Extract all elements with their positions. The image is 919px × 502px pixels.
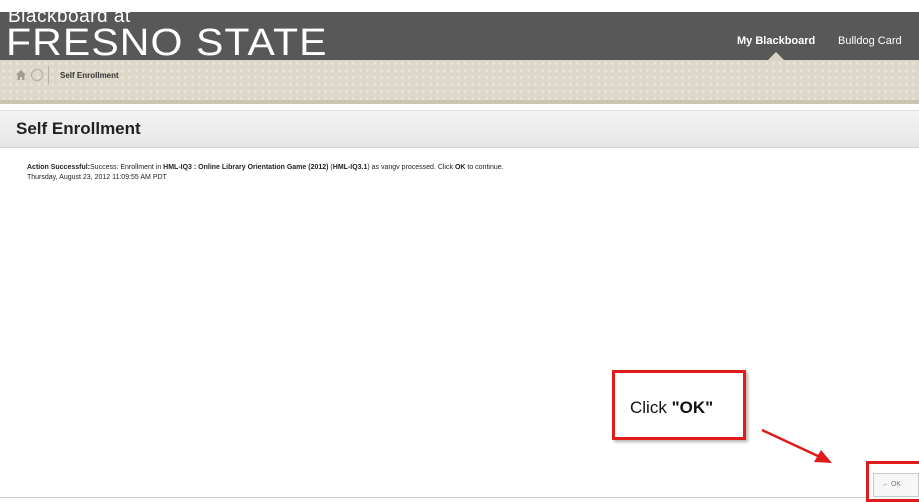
breadcrumb-divider xyxy=(48,66,49,84)
tab-bulldog-card[interactable]: Bulldog Card xyxy=(838,35,902,47)
breadcrumb: Self Enrollment xyxy=(0,60,919,100)
institution-logo[interactable]: FRESNO STATE xyxy=(6,24,328,60)
instruction-callout: Click "OK" xyxy=(612,370,746,440)
receipt-prefix: Success: Enrollment in xyxy=(90,164,164,171)
home-icon[interactable] xyxy=(15,69,27,81)
top-header: Blackboard at FRESNO STATE My Blackboard… xyxy=(0,12,919,60)
breadcrumb-underline xyxy=(0,100,919,104)
callout-prefix: Click xyxy=(630,398,672,417)
history-icon[interactable] xyxy=(31,69,43,81)
page-title-bar: Self Enrollment xyxy=(0,110,919,148)
receipt-status: Action Successful: xyxy=(27,164,91,171)
ok-word: OK xyxy=(454,164,466,171)
page-title: Self Enrollment xyxy=(16,119,141,138)
breadcrumb-current: Self Enrollment xyxy=(60,71,119,80)
pointer-arrow-icon xyxy=(761,428,832,463)
callout-text: Click "OK" xyxy=(630,398,713,418)
course-name: HML-IQ3 : Online Library Orientation Gam… xyxy=(163,164,329,171)
course-id: HML-IQ3.1 xyxy=(332,164,368,171)
callout-emphasis: "OK" xyxy=(671,398,714,417)
receipt-message: Action Successful:Success: Enrollment in… xyxy=(27,163,504,173)
active-tab-pointer xyxy=(767,52,785,60)
receipt-mid: ) as vangv processed. Click xyxy=(367,164,455,171)
ok-button[interactable]: ← OK xyxy=(873,473,919,497)
tab-my-blackboard[interactable]: My Blackboard xyxy=(737,35,815,47)
bottom-divider xyxy=(0,497,866,498)
success-receipt: Action Successful:Success: Enrollment in… xyxy=(27,163,504,183)
receipt-suffix: to continue. xyxy=(465,164,504,171)
receipt-timestamp: Thursday, August 23, 2012 11:09:55 AM PD… xyxy=(27,174,167,181)
